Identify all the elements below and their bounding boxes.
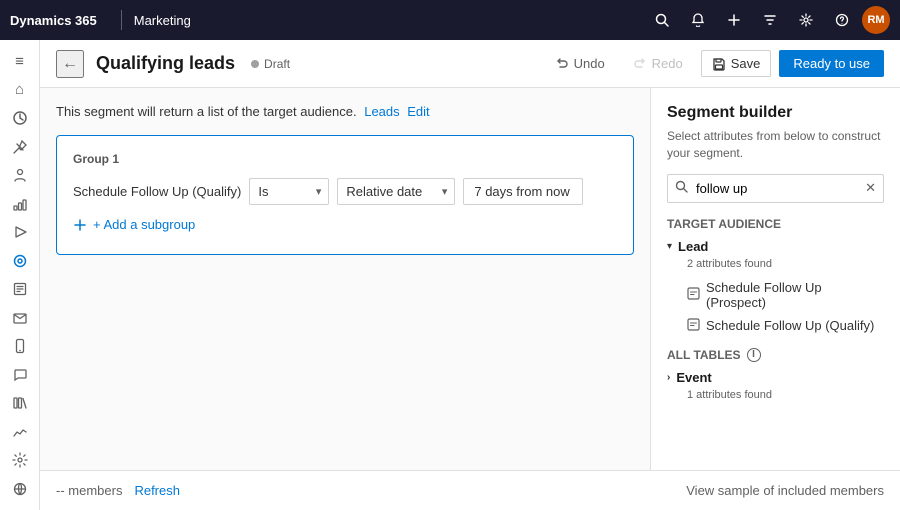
attribute-qualify-label: Schedule Follow Up (Qualify) (706, 318, 874, 333)
search-input[interactable] (667, 174, 884, 203)
lead-found-text: 2 attributes found (687, 258, 884, 270)
module-name: Marketing (134, 13, 191, 28)
event-group-name: Event (676, 370, 711, 385)
content-area: ← Qualifying leads Draft Undo Redo Save (40, 40, 900, 510)
redo-button[interactable]: Redo (623, 51, 693, 76)
status-text: Draft (264, 57, 290, 71)
ready-to-use-button[interactable]: Ready to use (779, 50, 884, 77)
target-audience-label: Target audience (667, 217, 884, 231)
back-button[interactable]: ← (56, 50, 84, 78)
save-label: Save (731, 56, 761, 71)
sidebar-forms-icon[interactable] (2, 276, 38, 303)
event-group: › Event 1 attributes found (667, 370, 884, 401)
main-layout: ≡ ⌂ (0, 40, 900, 510)
toolbar-actions: Undo Redo Save Ready to use (545, 50, 884, 77)
top-nav-icons: RM (646, 4, 890, 36)
lead-group: ▾ Lead 2 attributes found Schedule Follo… (667, 239, 884, 338)
footer: -- members Refresh View sample of includ… (40, 470, 900, 510)
notifications-icon[interactable] (682, 4, 714, 36)
user-avatar[interactable]: RM (862, 6, 890, 34)
add-subgroup-button[interactable]: + Add a subgroup (73, 217, 617, 232)
footer-members: -- members (56, 483, 122, 498)
all-tables-label: All tables (667, 348, 741, 362)
left-sidebar: ≡ ⌂ (0, 40, 40, 510)
all-tables-header: All tables i (667, 348, 884, 362)
clear-search-icon[interactable]: ✕ (865, 180, 876, 196)
attribute-qualify-icon (687, 318, 700, 334)
condition-field: Schedule Follow Up (Qualify) (73, 184, 241, 199)
attribute-prospect-label: Schedule Follow Up (Prospect) (706, 280, 880, 310)
search-container: ✕ (667, 174, 884, 203)
brand: Dynamics 365 (10, 13, 109, 28)
undo-label: Undo (574, 56, 605, 71)
sidebar-email-icon[interactable] (2, 305, 38, 332)
search-icon (675, 180, 688, 196)
add-subgroup-label: + Add a subgroup (93, 217, 195, 232)
info-text: This segment will return a list of the t… (56, 104, 357, 119)
edit-link[interactable]: Edit (407, 104, 429, 119)
date-type-select[interactable]: Relative date Absolute date (337, 178, 455, 205)
group-container: Group 1 Schedule Follow Up (Qualify) Is … (56, 135, 634, 255)
attribute-prospect-icon (687, 287, 700, 303)
sidebar-menu-icon[interactable]: ≡ (2, 48, 38, 75)
ready-label: Ready to use (793, 56, 870, 71)
segment-builder-panel: Segment builder Select attributes from b… (650, 88, 900, 470)
condition-row: Schedule Follow Up (Qualify) Is Is not R… (73, 178, 617, 205)
info-bar: This segment will return a list of the t… (56, 104, 634, 119)
sidebar-contacts-icon[interactable] (2, 162, 38, 189)
lead-group-name: Lead (678, 239, 708, 254)
redo-label: Redo (652, 56, 683, 71)
nav-divider (121, 10, 122, 30)
page-body: This segment will return a list of the t… (40, 88, 900, 470)
sidebar-globe-icon[interactable] (2, 476, 38, 503)
sidebar-phone-icon[interactable] (2, 333, 38, 360)
date-type-dropdown[interactable]: Relative date Absolute date (337, 178, 455, 205)
sidebar-play-icon[interactable] (2, 219, 38, 246)
status-badge: Draft (251, 57, 290, 71)
add-icon[interactable] (718, 4, 750, 36)
settings-icon[interactable] (790, 4, 822, 36)
all-tables-info-icon[interactable]: i (747, 348, 761, 362)
segment-main: This segment will return a list of the t… (40, 88, 650, 470)
event-chevron-icon: › (667, 372, 670, 383)
brand-title: Dynamics 365 (10, 13, 97, 28)
sidebar-analytics-icon[interactable] (2, 419, 38, 446)
filter-icon[interactable] (754, 4, 786, 36)
attribute-qualify[interactable]: Schedule Follow Up (Qualify) (667, 314, 884, 338)
sidebar-library-icon[interactable] (2, 390, 38, 417)
top-navigation: Dynamics 365 Marketing RM (0, 0, 900, 40)
toolbar: ← Qualifying leads Draft Undo Redo Save (40, 40, 900, 88)
operator-dropdown[interactable]: Is Is not (249, 178, 329, 205)
sidebar-chat-icon[interactable] (2, 362, 38, 389)
status-dot (251, 60, 259, 68)
audience-link[interactable]: Leads (364, 104, 399, 119)
group-label: Group 1 (73, 152, 617, 166)
footer-sample: View sample of included members (686, 483, 884, 498)
operator-select[interactable]: Is Is not (249, 178, 329, 205)
segment-builder-subtitle: Select attributes from below to construc… (667, 128, 884, 162)
lead-chevron-icon: ▾ (667, 241, 672, 252)
undo-button[interactable]: Undo (545, 51, 615, 76)
sidebar-recent-icon[interactable] (2, 105, 38, 132)
sidebar-settings2-icon[interactable] (2, 447, 38, 474)
save-button[interactable]: Save (701, 50, 772, 77)
event-group-header[interactable]: › Event (667, 370, 884, 385)
page-title: Qualifying leads (96, 53, 235, 74)
event-found-text: 1 attributes found (687, 389, 884, 401)
search-icon[interactable] (646, 4, 678, 36)
sidebar-pin-icon[interactable] (2, 134, 38, 161)
refresh-link[interactable]: Refresh (134, 483, 180, 498)
sidebar-leads-icon[interactable] (2, 191, 38, 218)
help-icon[interactable] (826, 4, 858, 36)
condition-value: 7 days from now (463, 178, 583, 205)
sidebar-segments-icon[interactable] (2, 248, 38, 275)
segment-builder-title: Segment builder (667, 104, 884, 122)
attribute-prospect[interactable]: Schedule Follow Up (Prospect) (667, 276, 884, 314)
sidebar-home-icon[interactable]: ⌂ (2, 77, 38, 104)
lead-group-header[interactable]: ▾ Lead (667, 239, 884, 254)
